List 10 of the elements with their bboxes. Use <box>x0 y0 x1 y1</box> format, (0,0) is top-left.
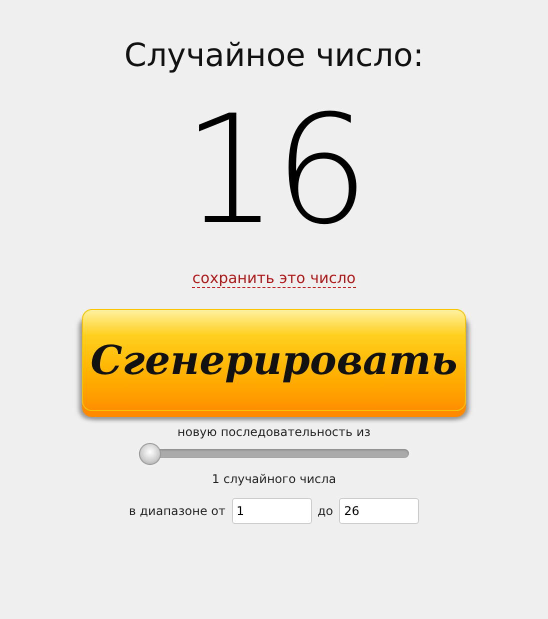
to-field[interactable]: 26 <box>339 498 420 524</box>
save-link[interactable]: сохранить это число <box>192 269 356 288</box>
sequence-label: новую последовательность из <box>177 425 371 439</box>
count-label: 1 случайного числа <box>212 472 336 486</box>
page-title: Случайное число: <box>124 36 424 76</box>
random-number: 16 <box>182 86 366 256</box>
range-from-label: в диапазоне от <box>128 504 226 518</box>
from-field[interactable]: 1 <box>232 498 312 524</box>
slider-handle[interactable] <box>139 443 161 465</box>
range-to-label: до <box>318 504 334 518</box>
